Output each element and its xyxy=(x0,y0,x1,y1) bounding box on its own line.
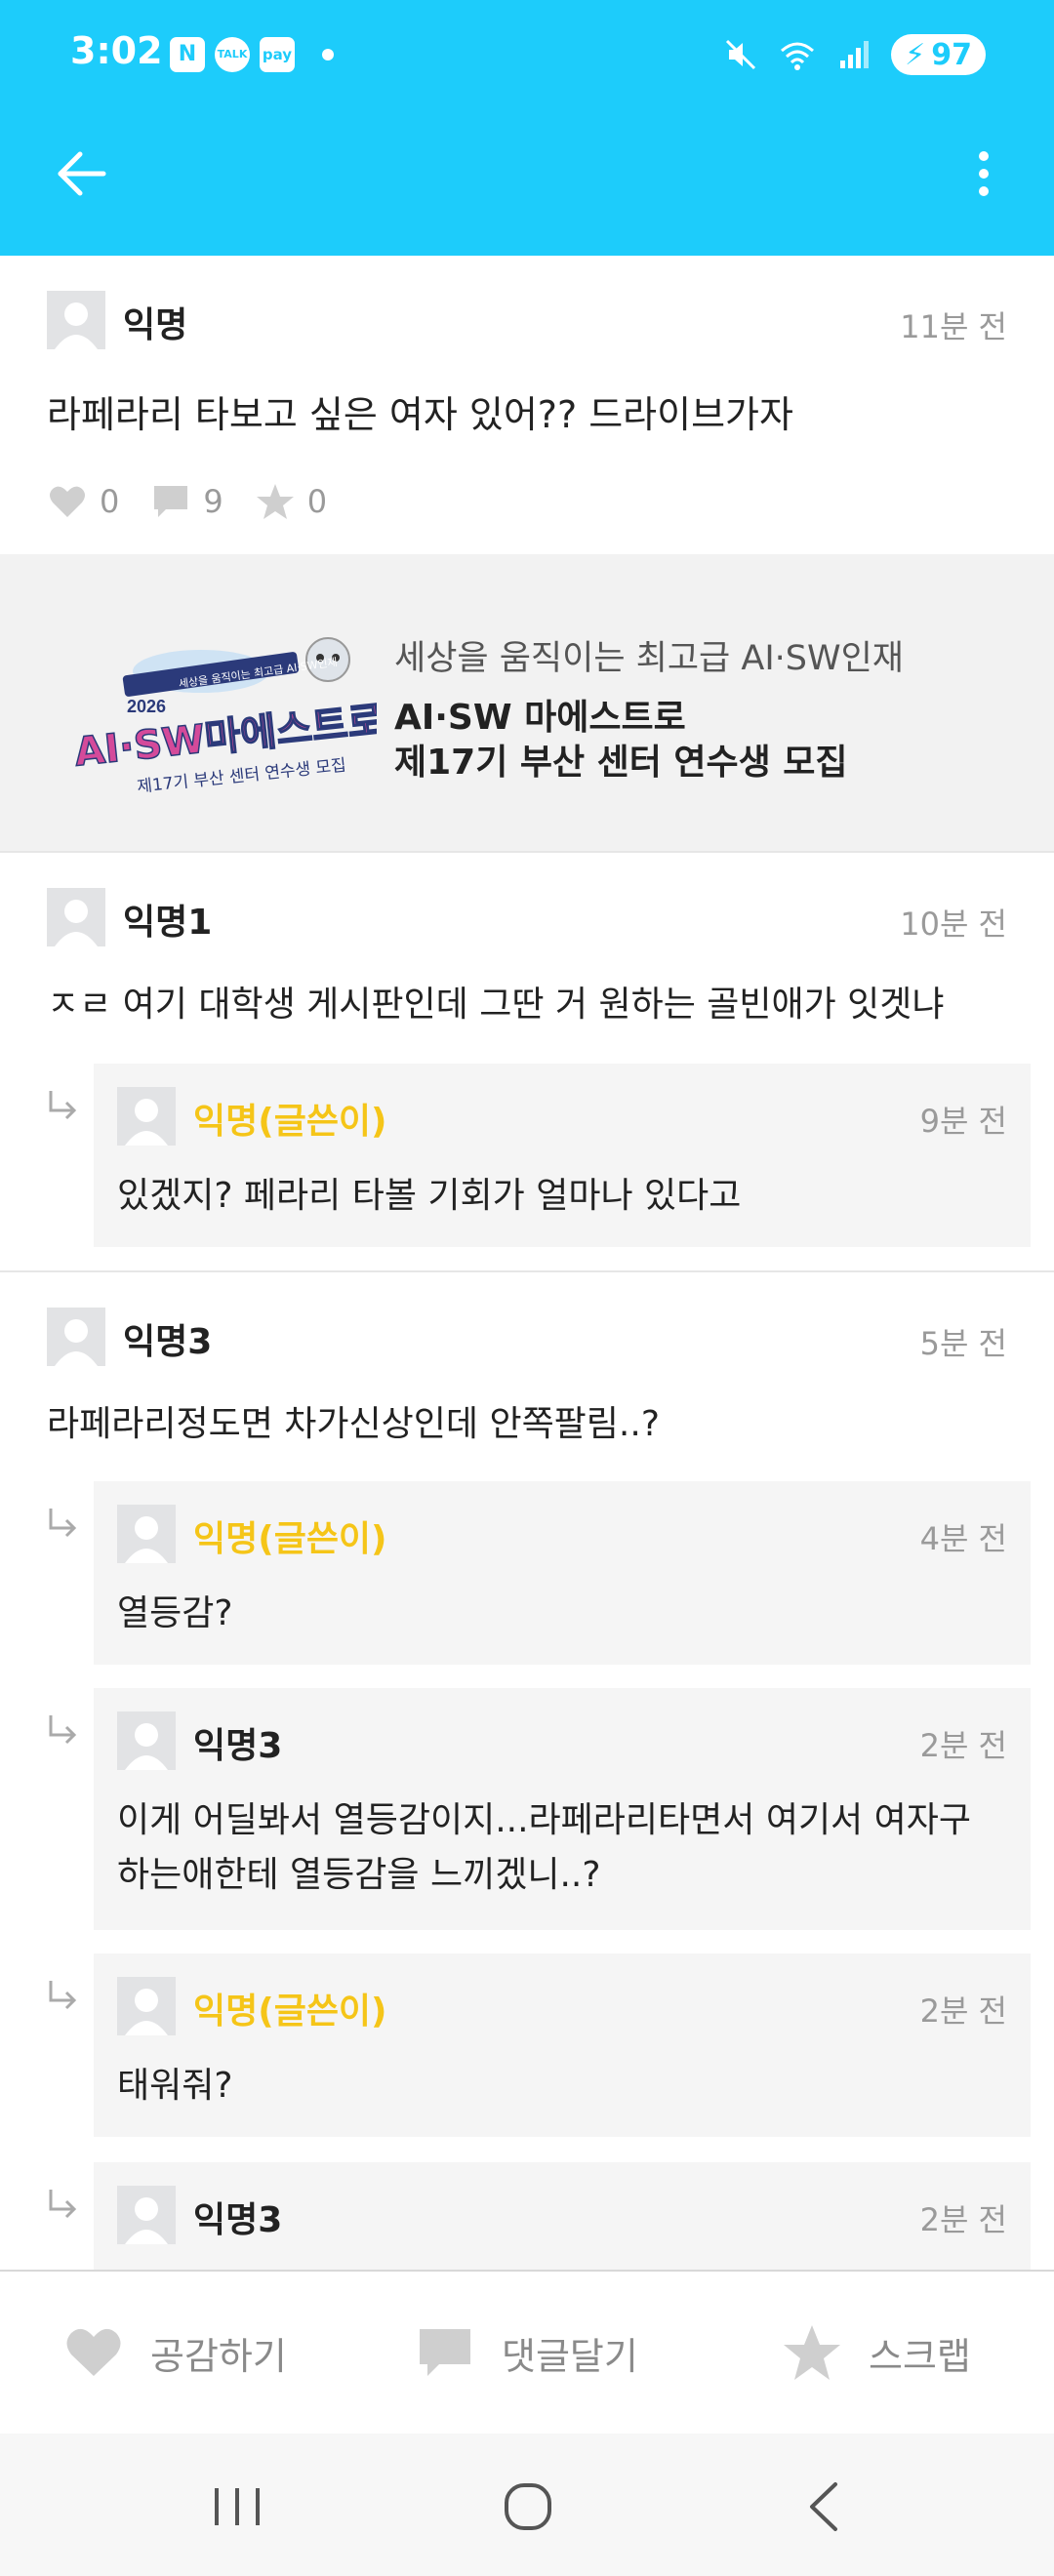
like-button-label: 공감하기 xyxy=(150,2334,287,2378)
post-time: 11분 전 xyxy=(900,308,1007,345)
reply-arrow-icon xyxy=(49,1981,77,2010)
avatar xyxy=(47,291,105,349)
reply: 익명(글쓴이) 4분 전 열등감? xyxy=(94,1481,1031,1665)
naver-notification-icon: N xyxy=(170,37,205,72)
more-notifications-dot-icon xyxy=(322,49,334,60)
reply-arrow-icon xyxy=(49,1091,77,1120)
star-icon xyxy=(784,2325,840,2380)
battery-indicator: ⚡ 97 xyxy=(891,34,986,75)
avatar xyxy=(117,1087,176,1146)
reply-time: 4분 전 xyxy=(919,1520,1007,1557)
avatar xyxy=(117,2186,176,2244)
ad-subtitle: 세상을 움직이는 최고급 AI·SW인재 xyxy=(394,639,904,678)
reply: 익명(글쓴이) 2분 전 태워줘? xyxy=(94,1953,1031,2137)
reply-body: 이게 어딜봐서 열등감이지...라페라리타면서 여기서 여자구하는애한테 열등감… xyxy=(117,1800,971,1895)
system-navigation-bar xyxy=(0,2434,1054,2576)
comment-author: 익명1 xyxy=(123,903,213,943)
back-nav-icon[interactable] xyxy=(790,2473,859,2541)
status-time: 3:02 xyxy=(70,29,163,72)
reply-author: 익명3 xyxy=(193,1726,283,1766)
home-icon[interactable] xyxy=(494,2473,562,2541)
more-vertical-icon[interactable] xyxy=(964,142,1003,205)
status-bar: 3:02 N TALK pay ⚡ 97 xyxy=(0,0,1054,109)
reply: 익명3 2분 전 이게 어딜봐서 열등감이지...라페라리타면서 여기서 여자구… xyxy=(94,1688,1031,1930)
speech-bubble-icon xyxy=(154,486,188,517)
ad-banner[interactable]: 2026 세상을 움직이는 최고급 AI·SW인재 AI·SW마에스트로 제17… xyxy=(0,554,1054,853)
scrap-button-label: 스크랩 xyxy=(869,2334,971,2378)
reply-arrow-icon xyxy=(49,1509,77,1538)
signal-icon xyxy=(840,41,870,68)
reply-arrow-icon xyxy=(49,1715,77,1745)
reply-author: 익명(글쓴이) xyxy=(193,1519,387,1559)
heart-icon xyxy=(50,486,85,517)
avatar xyxy=(47,888,105,946)
post-like-count: 0 xyxy=(47,481,119,522)
avatar xyxy=(117,1711,176,1770)
status-indicators: ⚡ 97 xyxy=(721,31,986,78)
comment-button-label: 댓글달기 xyxy=(502,2334,638,2378)
comment-author: 익명3 xyxy=(123,1322,213,1362)
avatar xyxy=(47,1308,105,1366)
app-header: 3:02 N TALK pay ⚡ 97 xyxy=(0,0,1054,256)
post-scrap-count: 0 xyxy=(255,481,327,522)
reply-time: 9분 전 xyxy=(919,1103,1007,1140)
reply-time: 2분 전 xyxy=(919,1727,1007,1764)
pay-notification-icon: pay xyxy=(260,37,295,72)
reply-body: 열등감? xyxy=(117,1593,233,1633)
reply: 익명3 2분 전 xyxy=(94,2162,1031,2270)
speech-bubble-icon xyxy=(420,2329,470,2376)
arrow-left-icon[interactable] xyxy=(51,142,113,205)
ad-title-line1: AI·SW 마에스트로 xyxy=(394,698,686,738)
wifi-icon xyxy=(781,42,815,70)
reply-time: 2분 전 xyxy=(919,1992,1007,2030)
avatar xyxy=(117,1505,176,1563)
bolt-icon: ⚡ xyxy=(905,37,926,72)
post-stats: 0 9 0 xyxy=(47,472,358,531)
mute-icon xyxy=(726,39,756,70)
comment-body: 라페라리정도면 차가신상인데 안쪽팔림..? xyxy=(47,1404,660,1444)
reply-arrow-icon xyxy=(49,2190,77,2219)
reply-body: 있겠지? 페라리 타볼 기회가 얼마나 있다고 xyxy=(117,1176,742,1216)
comment-body: ㅈㄹ 여기 대학생 게시판인데 그딴 거 원하는 골빈애가 잇겟냐 xyxy=(47,985,945,1025)
comment-time: 10분 전 xyxy=(900,906,1007,943)
reply-time: 2분 전 xyxy=(919,2201,1007,2238)
like-button[interactable]: 공감하기 xyxy=(62,2272,287,2434)
ad-title-line2: 제17기 부산 센터 연수생 모집 xyxy=(394,743,848,783)
comment-divider xyxy=(0,1270,1054,1272)
heart-icon xyxy=(66,2328,121,2376)
bottom-action-bar: 공감하기 댓글달기 스크랩 xyxy=(0,2270,1054,2434)
comment-button[interactable]: 댓글달기 xyxy=(414,2272,638,2434)
star-icon xyxy=(256,484,294,519)
ad-banner-image[interactable]: 2026 세상을 움직이는 최고급 AI·SW인재 AI·SW마에스트로 제17… xyxy=(64,613,377,808)
comment-time: 5분 전 xyxy=(919,1325,1007,1362)
battery-level: 97 xyxy=(931,37,972,72)
avatar xyxy=(117,1977,176,2035)
recent-apps-icon[interactable] xyxy=(203,2473,271,2541)
ad-banner-year: 2026 xyxy=(127,697,166,716)
reply: 익명(글쓴이) 9분 전 있겠지? 페라리 타볼 기회가 얼마나 있다고 xyxy=(94,1064,1031,1247)
reply-author: 익명(글쓴이) xyxy=(193,1992,387,2032)
scrap-button[interactable]: 스크랩 xyxy=(781,2272,971,2434)
post: 익명 11분 전 라페라리 타보고 싶은 여자 있어?? 드라이브가자 0 9 … xyxy=(0,256,1054,554)
kakaotalk-notification-icon: TALK xyxy=(215,37,250,72)
reply-author: 익명(글쓴이) xyxy=(193,1102,387,1142)
post-body: 라페라리 타보고 싶은 여자 있어?? 드라이브가자 xyxy=(47,393,793,436)
reply-author: 익명3 xyxy=(193,2200,283,2240)
post-comment-count: 9 xyxy=(150,481,223,522)
reply-body: 태워줘? xyxy=(117,2066,233,2106)
post-author: 익명 xyxy=(123,305,188,345)
